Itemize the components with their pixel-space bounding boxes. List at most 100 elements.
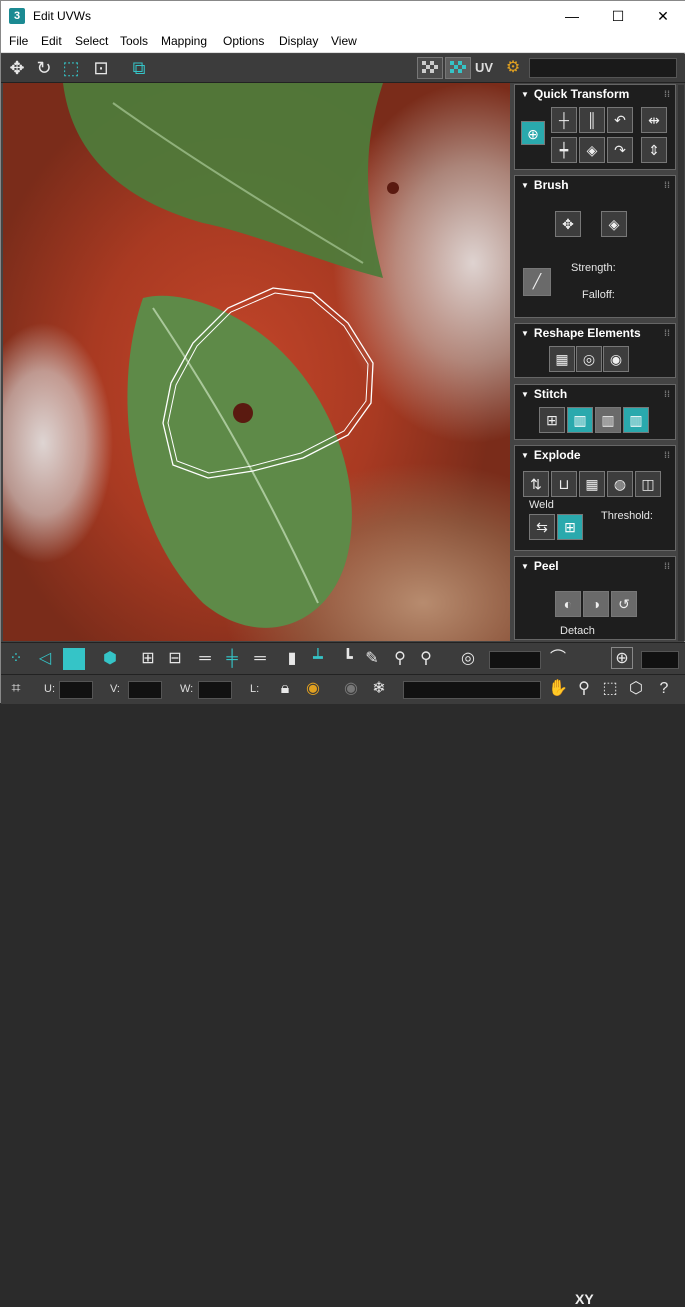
uv-settings-icon[interactable]: ⚙ — [501, 56, 525, 80]
stitch-to-target-button[interactable]: ▥ — [567, 407, 593, 433]
detach-edge-button[interactable]: ⊔ — [551, 471, 577, 497]
texture-dropdown[interactable] — [529, 58, 677, 78]
checker-pattern-icon[interactable] — [417, 57, 443, 79]
grow-selection-icon[interactable]: ⊞ — [137, 648, 159, 670]
collapse-triangle-icon: ▼ — [521, 328, 529, 338]
angle-field[interactable] — [641, 651, 679, 669]
brush-rollout: ▼ Brush ⁞⁞ ✥ ◈ ╱ Strength: Falloff: — [514, 175, 676, 318]
loop-icon[interactable]: ═ — [194, 648, 216, 670]
explode-header[interactable]: ▼ Explode ⁞⁞ — [515, 446, 675, 464]
align-horizontal-button[interactable]: ┼ — [551, 107, 577, 133]
relax-button[interactable]: ◉ — [603, 346, 629, 372]
hide-icon[interactable]: ◉ — [340, 678, 362, 700]
explode-to-smoothing-groups-button[interactable]: ▦ — [579, 471, 605, 497]
vertex-mode-icon[interactable]: ⁘ — [5, 648, 27, 670]
l-label: L: — [250, 683, 260, 695]
break-button[interactable]: ⇅ — [523, 471, 549, 497]
v-field[interactable] — [128, 681, 162, 699]
scale-icon[interactable]: ⬚ — [59, 56, 83, 80]
edge-mode-icon[interactable]: ◁ — [34, 648, 56, 670]
weld-target-button[interactable]: ⊞ — [557, 514, 583, 540]
peel-mode-button[interactable]: ◑ — [583, 591, 609, 617]
straighten-selection-button[interactable]: ▦ — [549, 346, 575, 372]
menu-tools[interactable]: Tools — [120, 34, 148, 48]
flip-horizontal-button[interactable]: ⇹ — [641, 107, 667, 133]
zoom-region-icon[interactable]: ⬚ — [599, 678, 621, 700]
panel-scrollbar[interactable] — [678, 85, 684, 641]
soft-selection-field[interactable] — [489, 651, 541, 669]
element-mode-icon[interactable]: ⬢ — [99, 648, 121, 670]
paint-move-button[interactable]: ✥ — [555, 211, 581, 237]
stitch-header[interactable]: ▼ Stitch ⁞⁞ — [515, 385, 675, 403]
freeze-icon[interactable]: ❄ — [368, 678, 390, 700]
paint-grow-icon[interactable]: ⚲ — [389, 648, 411, 670]
brush-header[interactable]: ▼ Brush ⁞⁞ — [515, 176, 675, 194]
quick-peel-button[interactable]: ◐ — [555, 591, 581, 617]
ring-icon[interactable]: ╪ — [221, 648, 243, 670]
align-center-button[interactable]: ⊕ — [521, 121, 545, 145]
help-icon[interactable]: ? — [653, 678, 675, 700]
reshape-header[interactable]: ▼ Reshape Elements ⁞⁞ — [515, 324, 675, 342]
explode-to-geometry-button[interactable]: ◫ — [635, 471, 661, 497]
show-hidden-icon[interactable]: ◉ — [302, 678, 324, 700]
top-toolbar: ✥ ↻ ⬚ ⊡ ⧉ UV ⚙ — [1, 54, 685, 83]
stitch-custom-button[interactable]: ⊞ — [539, 407, 565, 433]
stitch-average-button[interactable]: ▥ — [595, 407, 621, 433]
lock-icon[interactable]: 🔒︎ — [274, 678, 296, 700]
snap-icon[interactable]: ┗ — [337, 648, 359, 670]
menu-select[interactable]: Select — [75, 34, 108, 48]
freeform-icon[interactable]: ⊡ — [89, 56, 113, 80]
u-field[interactable] — [59, 681, 93, 699]
stitch-to-source-button[interactable]: ▥ — [623, 407, 649, 433]
checker-texture-icon[interactable] — [445, 57, 471, 79]
menu-edit[interactable]: Edit — [41, 34, 62, 48]
flip-vertical-button[interactable]: ⇕ — [641, 137, 667, 163]
xy-toggle[interactable]: XY — [575, 1291, 594, 1307]
align-icon[interactable]: ┷ — [307, 648, 329, 670]
relax-until-flat-button[interactable]: ◎ — [576, 346, 602, 372]
rotate-ccw-button[interactable]: ↶ — [607, 107, 633, 133]
paint-shrink-icon[interactable]: ⚲ — [415, 648, 437, 670]
relax-brush-button[interactable]: ◈ — [601, 211, 627, 237]
peel-header[interactable]: ▼ Peel ⁞⁞ — [515, 557, 675, 575]
menu-options[interactable]: Options — [223, 34, 264, 48]
falloff-curve-button[interactable]: ╱ — [523, 268, 551, 296]
pan-icon[interactable]: ✋ — [547, 678, 569, 700]
quick-transform-title: Quick Transform — [533, 87, 630, 101]
zoom-icon[interactable]: ⚲ — [573, 678, 595, 700]
rotate-cw-button[interactable]: ↷ — [607, 137, 633, 163]
reset-peel-button[interactable]: ↺ — [611, 591, 637, 617]
w-field[interactable] — [198, 681, 232, 699]
shrink-selection-icon[interactable]: ⊟ — [164, 648, 186, 670]
rotate-icon[interactable]: ↻ — [32, 56, 56, 80]
uv-viewport[interactable] — [3, 83, 510, 641]
menu-file[interactable]: File — [9, 34, 28, 48]
minimize-button[interactable]: — — [549, 1, 595, 31]
world-space-icon[interactable]: ⊕ — [611, 647, 633, 669]
mirror-icon[interactable]: ⧉ — [127, 56, 151, 80]
transform-type-icon[interactable]: ⌗ — [5, 678, 27, 700]
space-horizontal-button[interactable]: ║ — [579, 107, 605, 133]
quick-transform-header[interactable]: ▼ Quick Transform ⁞⁞ — [515, 85, 675, 103]
falloff-curve-icon[interactable]: ⌒ — [547, 648, 569, 670]
paint-select-icon[interactable]: ✎ — [361, 648, 383, 670]
u-label: U: — [44, 683, 55, 695]
weld-selected-button[interactable]: ⇆ — [529, 514, 555, 540]
explode-to-material-button[interactable]: ◍ — [607, 471, 633, 497]
soft-selection-icon[interactable]: ◎ — [457, 648, 479, 670]
pin-icon[interactable]: ▮ — [281, 648, 303, 670]
menu-view[interactable]: View — [331, 34, 357, 48]
move-icon[interactable]: ✥ — [5, 56, 29, 80]
maximize-button[interactable]: ☐ — [595, 1, 641, 31]
close-button[interactable]: ✕ — [640, 1, 685, 31]
polygon-mode-icon[interactable] — [63, 648, 85, 670]
grip-icon: ⁞⁞ — [664, 328, 670, 338]
straighten-button[interactable]: ◈ — [579, 137, 605, 163]
edge-loop-icon[interactable]: ═ — [249, 648, 271, 670]
selection-set-field[interactable] — [403, 681, 541, 699]
menu-mapping[interactable]: Mapping — [161, 34, 207, 48]
align-vertical-button[interactable]: ┿ — [551, 137, 577, 163]
grip-icon: ⁞⁞ — [664, 180, 670, 190]
menu-display[interactable]: Display — [279, 34, 318, 48]
zoom-extents-icon[interactable]: ⬡ — [625, 678, 647, 700]
